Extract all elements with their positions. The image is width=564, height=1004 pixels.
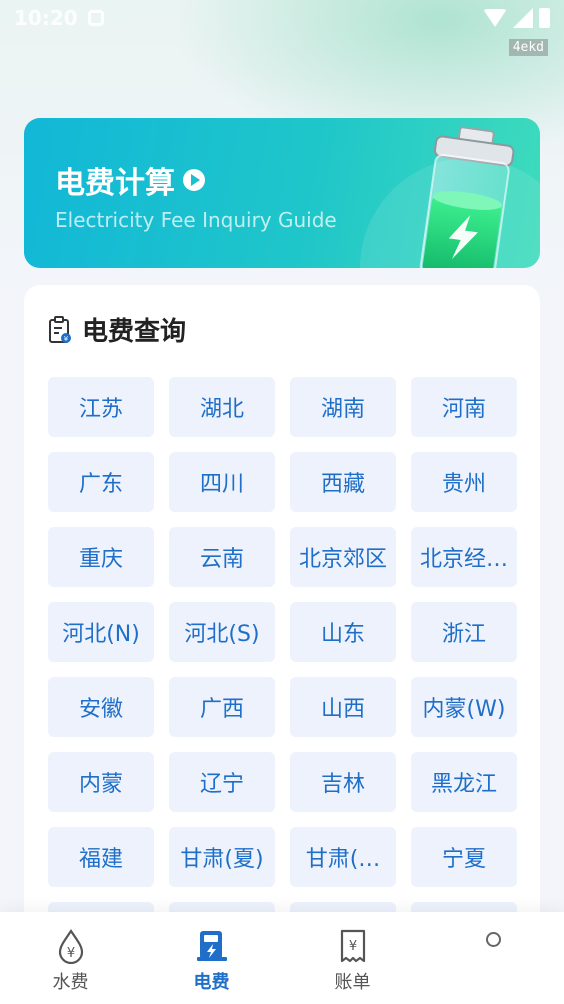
region-button[interactable]: 浙江 (411, 602, 517, 662)
status-icons (483, 8, 550, 28)
region-button[interactable]: 西藏 (290, 452, 396, 512)
clipboard-yuan-icon: ¥ (49, 315, 71, 343)
play-icon (183, 169, 205, 191)
banner-title-text: 电费计算 (55, 166, 175, 201)
mine-icon (486, 932, 501, 947)
status-time: 10:20 (14, 6, 78, 30)
fee-calculator-banner[interactable]: 电费计算 Electricity Fee Inquiry Guide (24, 118, 540, 268)
region-button[interactable]: 云南 (169, 527, 275, 587)
tab-label: 账单 (334, 972, 371, 993)
region-button[interactable]: 北京经… (411, 527, 517, 587)
tab-label: 水费 (52, 972, 89, 993)
tab-electric-fee[interactable]: 电费 (141, 912, 282, 1004)
status-bar: 10:20 (0, 0, 564, 38)
region-button[interactable]: 甘肃(夏) (169, 827, 275, 887)
section-title: 电费查询 (82, 317, 187, 347)
region-button[interactable]: 河南 (411, 377, 517, 437)
debug-tag: 4ekd (508, 39, 548, 56)
region-button[interactable]: 贵州 (411, 452, 517, 512)
wifi-icon (483, 9, 507, 27)
section-header: ¥ 电费查询 (48, 311, 186, 348)
svg-text:¥: ¥ (64, 335, 69, 343)
region-button[interactable]: 安徽 (48, 677, 154, 737)
region-button[interactable]: 黑龙江 (411, 752, 517, 812)
banner-title: 电费计算 (55, 158, 205, 202)
tab-bill[interactable]: ¥ 账单 (282, 912, 423, 1004)
tab-label: 电费 (193, 972, 230, 993)
region-button[interactable]: 湖北 (169, 377, 275, 437)
region-button[interactable]: 甘肃(… (290, 827, 396, 887)
fee-query-card: ¥ 电费查询 江苏 湖北 湖南 河南 广东 四川 西藏 贵州 重庆 云南 北京郊… (24, 285, 540, 1004)
svg-text:¥: ¥ (66, 946, 74, 961)
signal-icon (513, 8, 533, 28)
region-button[interactable]: 辽宁 (169, 752, 275, 812)
region-button[interactable]: 内蒙(W) (411, 677, 517, 737)
region-button[interactable]: 江苏 (48, 377, 154, 437)
region-button[interactable]: 湖南 (290, 377, 396, 437)
region-grid: 江苏 湖北 湖南 河南 广东 四川 西藏 贵州 重庆 云南 北京郊区 北京经… … (48, 377, 517, 962)
region-button[interactable]: 山西 (290, 677, 396, 737)
battery-status-icon (539, 8, 550, 28)
notification-icon (88, 10, 104, 26)
region-button[interactable]: 山东 (290, 602, 396, 662)
region-button[interactable]: 河北(S) (169, 602, 275, 662)
region-button[interactable]: 福建 (48, 827, 154, 887)
battery-illustration-icon (419, 126, 515, 268)
region-button[interactable]: 重庆 (48, 527, 154, 587)
region-button[interactable]: 广西 (169, 677, 275, 737)
tab-water-fee[interactable]: ¥ 水费 (0, 912, 141, 1004)
region-button[interactable]: 四川 (169, 452, 275, 512)
region-button[interactable]: 宁夏 (411, 827, 517, 887)
banner-subtitle: Electricity Fee Inquiry Guide (55, 208, 337, 232)
region-button[interactable]: 吉林 (290, 752, 396, 812)
region-button[interactable]: 北京郊区 (290, 527, 396, 587)
tab-mine[interactable] (423, 912, 564, 1004)
electric-fee-icon (196, 931, 227, 961)
water-fee-icon: ¥ (58, 929, 83, 964)
bottom-tab-bar: ¥ 水费 电费 ¥ 账单 (0, 912, 564, 1004)
bill-icon: ¥ (340, 929, 365, 963)
svg-text:¥: ¥ (348, 939, 356, 954)
region-button[interactable]: 内蒙 (48, 752, 154, 812)
region-button[interactable]: 河北(N) (48, 602, 154, 662)
region-button[interactable]: 广东 (48, 452, 154, 512)
